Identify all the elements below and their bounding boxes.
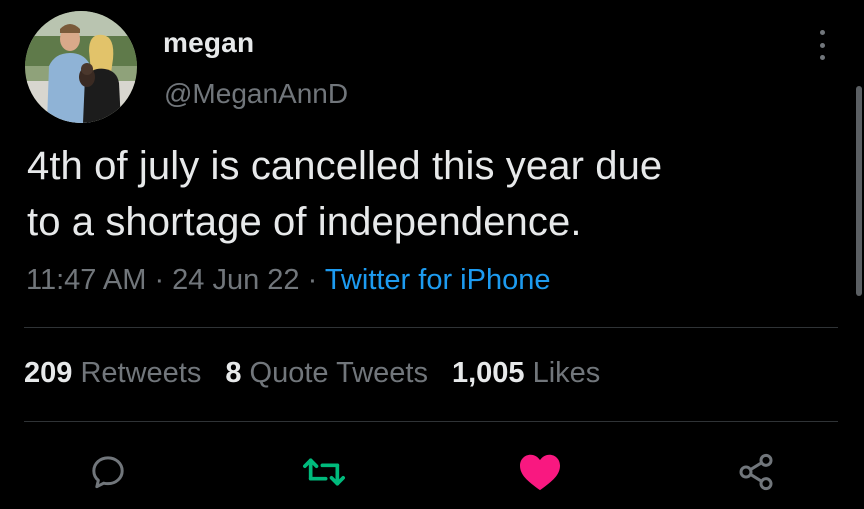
meta-separator: · (299, 264, 325, 296)
quote-tweets-stat[interactable]: 8 Quote Tweets (225, 357, 428, 389)
more-dot (819, 42, 825, 48)
reply-icon (92, 456, 124, 489)
more-dot (819, 55, 825, 60)
tweet-text-line: 4th of july is cancelled this year due (27, 144, 663, 188)
tweet-text-line: to a shortage of independence. (27, 200, 582, 244)
share-icon (739, 453, 773, 491)
quote-tweets-count: 8 (225, 357, 242, 389)
retweet-icon (303, 458, 345, 486)
tweet-meta: 11:47 AM · 24 Jun 22 · Twitter for iPhon… (26, 264, 550, 297)
retweet-button[interactable] (302, 450, 346, 494)
scrollbar[interactable] (856, 86, 862, 296)
user-handle[interactable]: @MeganAnnD (164, 78, 348, 110)
meta-separator: · (146, 264, 173, 296)
engagement-stats: 209 Retweets 8 Quote Tweets 1,005 Likes (24, 357, 624, 390)
retweets-label: Retweets (80, 357, 202, 389)
more-vertical-icon[interactable] (812, 30, 832, 60)
likes-label: Likes (532, 357, 601, 389)
display-name[interactable]: megan (163, 27, 254, 59)
heart-icon (520, 454, 560, 491)
retweets-stat[interactable]: 209 Retweets (24, 357, 201, 389)
share-button[interactable] (734, 450, 778, 494)
tweet-detail: megan @MeganAnnD 4th of july is cancelle… (0, 0, 864, 509)
divider (24, 421, 838, 422)
tweet-date[interactable]: 24 Jun 22 (172, 264, 299, 296)
retweets-count: 209 (24, 357, 73, 389)
likes-count: 1,005 (451, 357, 525, 389)
more-dot (819, 30, 825, 35)
tweet-text: 4th of july is cancelled this year due t… (27, 138, 827, 250)
likes-stat[interactable]: 1,005 Likes (452, 357, 600, 389)
like-button[interactable] (518, 450, 562, 494)
quote-tweets-label: Quote Tweets (249, 357, 428, 389)
divider (24, 327, 838, 328)
reply-button[interactable] (86, 450, 130, 494)
tweet-source-link[interactable]: Twitter for iPhone (325, 264, 551, 296)
avatar[interactable] (25, 11, 137, 123)
avatar-photo (25, 11, 137, 123)
tweet-time[interactable]: 11:47 AM (26, 264, 146, 296)
